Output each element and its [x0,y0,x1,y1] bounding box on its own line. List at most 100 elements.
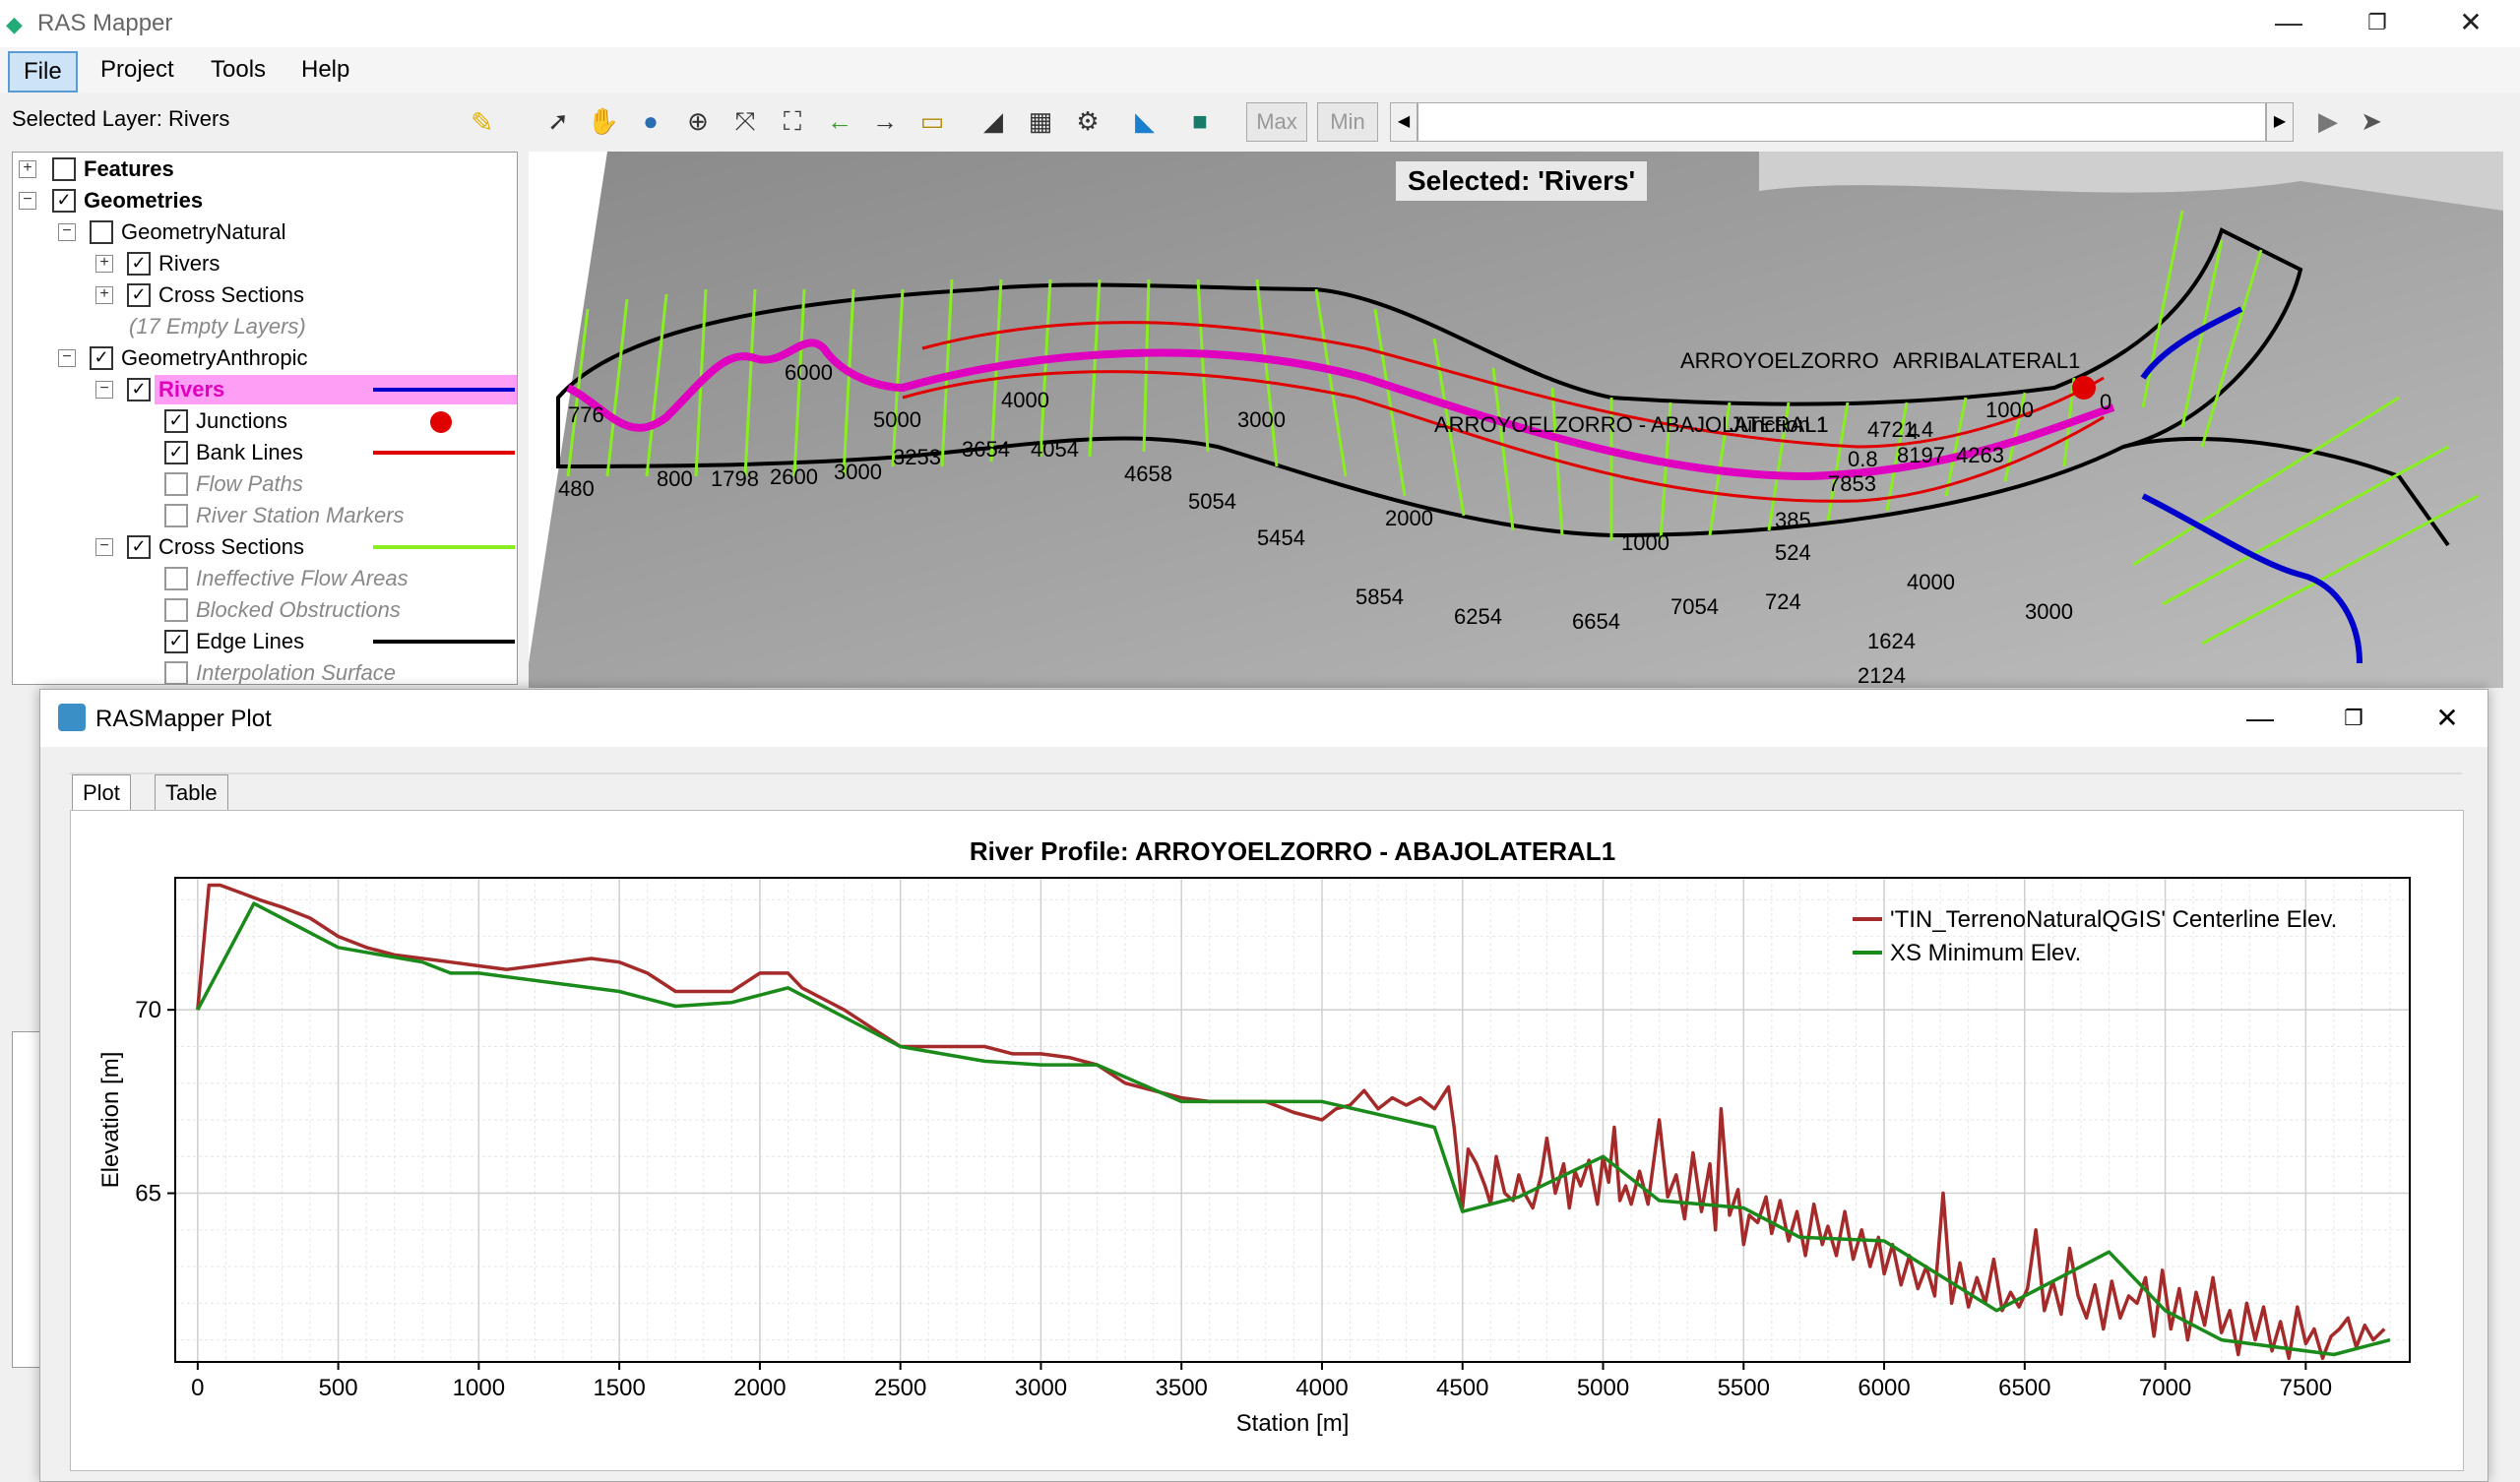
rivers-natural-label: Rivers [158,251,220,276]
tree-row-junctions[interactable]: ✓ Junctions [13,406,517,436]
svg-text:3000: 3000 [834,460,882,484]
plot-minimize-button[interactable]: — [2226,696,2295,741]
svg-text:6654: 6654 [1572,609,1620,634]
pan-hand-icon[interactable]: ✋ [585,102,622,140]
svg-text:2600: 2600 [770,464,818,489]
edge-legend-line [373,640,515,644]
svg-text:3253: 3253 [893,445,941,469]
x-tick-label: 1500 [593,1375,645,1401]
zoom-extent-icon[interactable]: ⤧ [726,102,764,140]
menu-bar [0,47,2520,93]
svg-text:724: 724 [1765,589,1801,614]
full-extent-icon[interactable]: ⛶ [774,102,811,140]
map-canvas[interactable]: 776 480 800 1798 2600 3000 3253 3654 405… [529,152,2503,688]
select-pointer-icon[interactable]: ➚ [539,102,577,140]
animation-speed-icon[interactable]: ➤ [2353,102,2390,140]
settings-icon[interactable]: ⚙ [1069,102,1106,140]
selected-layer-banner: Selected: 'Rivers' [1396,161,1648,201]
svg-text:4721.4: 4721.4 [1867,417,1933,442]
slider-right-button[interactable]: ▶ [2266,102,2294,142]
svg-text:4000: 4000 [1907,570,1955,594]
plot-window-icon [58,704,86,731]
min-button[interactable]: Min [1317,102,1378,142]
edit-pencil-icon[interactable]: ✎ [471,106,493,139]
tree-row-rivers-anthropic[interactable]: − ✓ Rivers [13,375,517,404]
back-arrow-icon[interactable]: ← [821,102,858,140]
menu-file[interactable]: File [8,51,78,93]
svg-text:3654: 3654 [962,437,1010,462]
xs-legend-line [373,545,515,549]
x-tick-label: 0 [191,1375,204,1401]
svg-text:ARROYOELZORRO: ARROYOELZORRO [1680,348,1879,373]
globe-icon[interactable]: ● [632,102,669,140]
svg-text:4000: 4000 [1001,388,1049,412]
selected-layer-label: Selected Layer: Rivers [12,106,230,131]
svg-text:776: 776 [568,402,604,427]
svg-text:385: 385 [1775,508,1811,532]
menu-project[interactable]: Project [87,51,188,89]
tree-row-bank-lines[interactable]: ✓ Bank Lines [13,438,517,467]
plot-close-button[interactable]: ✕ [2413,696,2482,741]
max-button[interactable]: Max [1246,102,1307,142]
3d-view-icon[interactable]: ■ [1181,102,1219,140]
measure-ruler-icon[interactable]: ▭ [914,102,951,140]
svg-text:1000: 1000 [1985,398,2034,422]
x-tick-label: 3500 [1156,1375,1208,1401]
tab-plot[interactable]: Plot [72,774,131,811]
x-tick-label: 7500 [2280,1375,2332,1401]
plot-title-bar: RASMapper Plot — ❐ ✕ [40,690,2488,747]
x-tick-label: 500 [319,1375,358,1401]
svg-text:524: 524 [1775,540,1811,565]
forward-arrow-icon[interactable]: → [866,102,904,140]
time-slider[interactable] [1418,102,2266,142]
plot-maximize-button[interactable]: ❐ [2319,696,2388,741]
play-icon[interactable]: ▶ [2309,102,2347,140]
raster-icon[interactable]: ▦ [1022,102,1059,140]
svg-text:3000: 3000 [2025,599,2073,624]
svg-text:3000: 3000 [1237,407,1286,432]
edge-lines-label: Edge Lines [196,629,305,653]
svg-text:4: 4 [1907,419,1919,444]
x-tick-label: 3000 [1015,1375,1067,1401]
profile-icon[interactable]: ◢ [975,102,1012,140]
tab-table[interactable]: Table [155,774,228,812]
river-station-label: River Station Markers [196,503,405,527]
flow-icon[interactable]: ◣ [1126,102,1164,140]
y-axis-label: Elevation [m] [97,1052,124,1189]
svg-text:1624: 1624 [1867,629,1916,653]
geometries-label: Geometries [84,188,204,213]
svg-text:7054: 7054 [1670,594,1719,619]
zoom-in-icon[interactable]: ⊕ [679,102,717,140]
profile-chart: 0 500 1000 1500 2000 2500 3000 3500 4000 4500 5000… [97,836,2411,1437]
x-tick-label: 2000 [733,1375,786,1401]
app-icon: ◆ [6,12,23,36]
tree-row-xs-anthropic[interactable]: − ✓ Cross Sections [13,532,517,562]
tree-row-edge-lines[interactable]: ✓ Edge Lines [13,627,517,656]
junction-legend-dot [430,411,452,433]
x-tick-label: 4000 [1295,1375,1348,1401]
svg-text:5054: 5054 [1188,489,1236,514]
minimize-button[interactable]: — [2244,0,2333,47]
y-tick-label: 65 [135,1181,161,1207]
x-tick-label: 2500 [874,1375,926,1401]
geom-anthropic-label: GeometryAnthropic [121,345,308,370]
empty-layers-label: (17 Empty Layers) [129,314,306,339]
legend-label-0: 'TIN_TerrenoNaturalQGIS' Centerline Elev… [1890,906,2337,933]
svg-text:6254: 6254 [1454,604,1502,629]
features-label: Features [84,156,174,181]
slider-left-button[interactable]: ◀ [1390,102,1418,142]
menu-help[interactable]: Help [287,51,363,89]
chart-title: River Profile: ARROYOELZORRO - ABAJOLATE… [970,836,1615,866]
xs-natural-label: Cross Sections [158,282,304,307]
legend-label-1: XS Minimum Elev. [1890,940,2081,966]
svg-text:5854: 5854 [1355,585,1404,609]
svg-text:2124: 2124 [1858,663,1906,688]
menu-tools[interactable]: Tools [197,51,280,89]
svg-text:5000: 5000 [873,407,921,432]
maximize-button[interactable]: ❐ [2333,0,2422,47]
close-button[interactable]: ✕ [2426,0,2515,47]
svg-text:5454: 5454 [1257,525,1305,550]
x-axis-label: Station [m] [1236,1410,1350,1437]
x-tick-label: 5500 [1718,1375,1770,1401]
junction-point [2072,376,2096,400]
